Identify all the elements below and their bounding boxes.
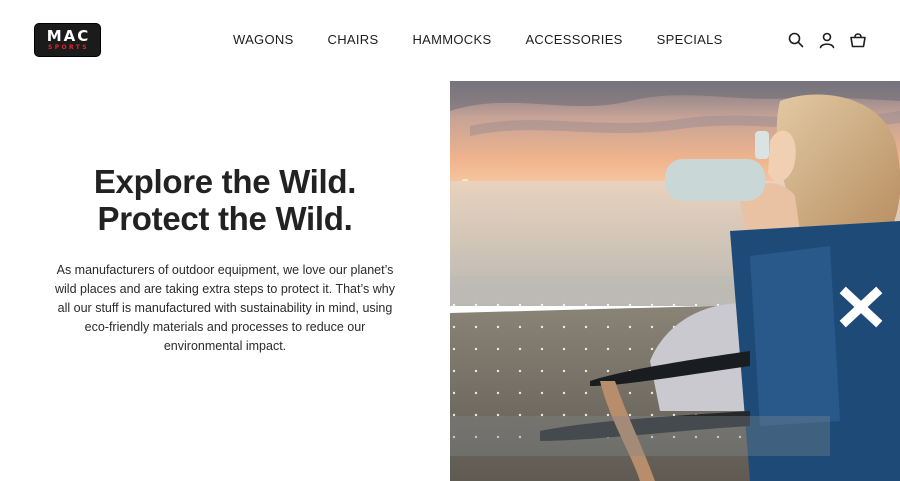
search-icon[interactable] (787, 31, 805, 49)
nav-item-chairs[interactable]: CHAIRS (325, 31, 382, 48)
nav-item-specials[interactable]: SPECIALS (654, 31, 726, 48)
cart-icon[interactable] (849, 31, 867, 49)
nav-item-hammocks[interactable]: HAMMOCKS (409, 31, 494, 48)
hero-headline: Explore the Wild. Protect the Wild. (0, 163, 450, 237)
brand-logo[interactable]: MAC SPORTS (34, 23, 101, 57)
logo-subtext: SPORTS (48, 44, 89, 51)
headline-line-1: Explore the Wild. (93, 163, 357, 200)
nav-item-wagons[interactable]: WAGONS (230, 31, 297, 48)
headline-line-2: Protect the Wild. (97, 200, 353, 237)
beach-scene-illustration (450, 81, 900, 481)
main-nav: WAGONS CHAIRS HAMMOCKS ACCESSORIES SPECI… (230, 31, 726, 48)
hero-body-copy: As manufacturers of outdoor equipment, w… (55, 263, 395, 353)
hero-photo (450, 81, 900, 481)
site-header: MAC SPORTS WAGONS CHAIRS HAMMOCKS ACCESS… (0, 0, 900, 80)
hero-text-panel: Explore the Wild. Protect the Wild. As m… (0, 81, 450, 481)
nav-item-accessories[interactable]: ACCESSORIES (522, 31, 625, 48)
logo-mark: MAC (46, 27, 91, 45)
hero-section: Explore the Wild. Protect the Wild. As m… (0, 81, 900, 481)
header-actions (787, 31, 867, 49)
account-icon[interactable] (818, 31, 836, 49)
